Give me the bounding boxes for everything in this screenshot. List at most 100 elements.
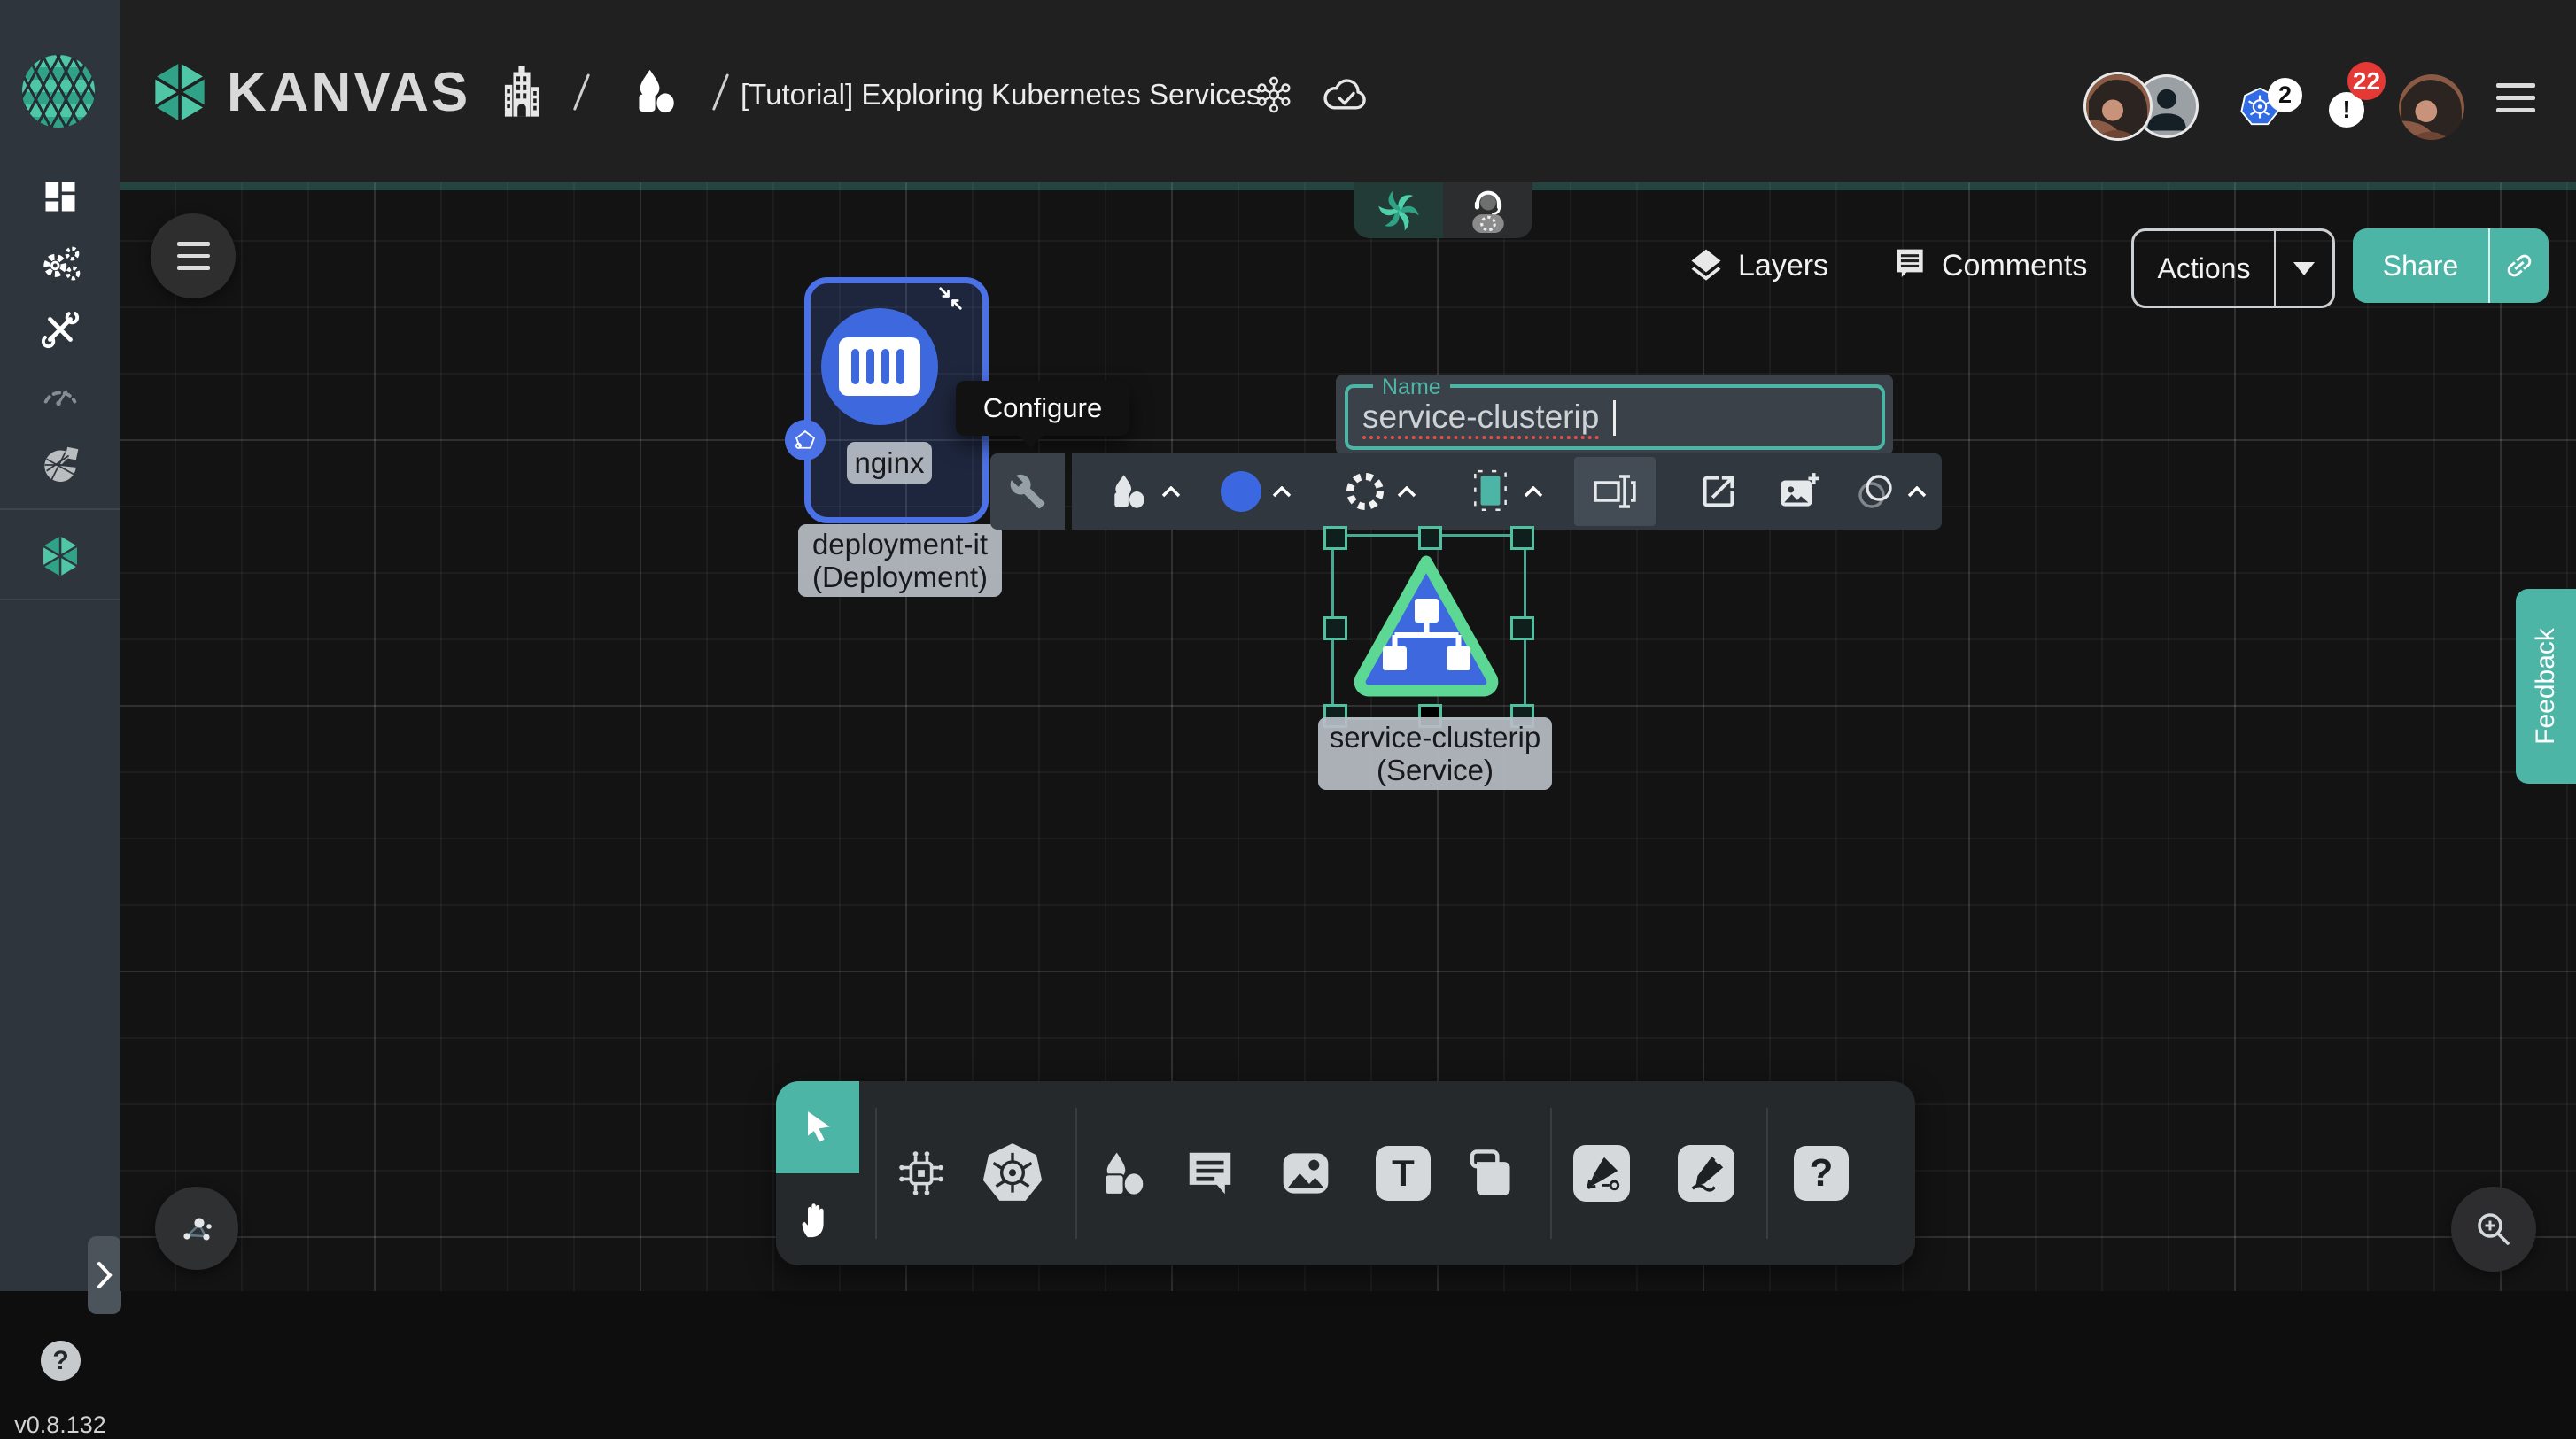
kanvas-wordmark: KANVAS bbox=[227, 61, 470, 124]
layers-button[interactable]: Layers bbox=[1687, 246, 1828, 285]
cursor-icon bbox=[798, 1108, 837, 1147]
actions-dropdown[interactable] bbox=[2276, 262, 2332, 275]
design-shapes-icon[interactable] bbox=[631, 66, 684, 117]
container-icon bbox=[839, 337, 920, 396]
deployment-node-label: deployment-it (Deployment) bbox=[798, 524, 1002, 597]
shapes-tool-button[interactable] bbox=[1088, 1081, 1162, 1265]
hand-icon bbox=[798, 1198, 837, 1241]
minimap-button[interactable] bbox=[155, 1187, 238, 1270]
sidebar-item-extensions[interactable] bbox=[0, 439, 120, 492]
configure-tool-button[interactable] bbox=[990, 453, 1065, 530]
resize-handle[interactable] bbox=[1323, 616, 1347, 640]
configure-tooltip: Configure bbox=[956, 381, 1129, 436]
kubernetes-icon bbox=[980, 1141, 1045, 1206]
resize-handle[interactable] bbox=[1418, 526, 1442, 550]
deployment-shape-badge[interactable] bbox=[785, 420, 826, 460]
resize-handle[interactable] bbox=[1510, 526, 1534, 550]
open-in-new-icon bbox=[1698, 471, 1739, 512]
canvas-menu-button[interactable] bbox=[151, 213, 236, 298]
layers-label: Layers bbox=[1738, 249, 1828, 283]
border-style-button[interactable] bbox=[1334, 453, 1426, 530]
pentagon-icon bbox=[793, 428, 818, 453]
organization-icon[interactable] bbox=[496, 64, 547, 119]
sidebar-item-lifecycle[interactable] bbox=[0, 237, 120, 290]
pan-tool-button[interactable] bbox=[776, 1173, 859, 1265]
user-avatar[interactable] bbox=[2399, 74, 2464, 140]
feedback-label: Feedback bbox=[2531, 628, 2561, 745]
text-tool-button[interactable]: T bbox=[1368, 1081, 1439, 1265]
open-in-new-button[interactable] bbox=[1683, 453, 1754, 530]
layers-icon bbox=[1687, 246, 1726, 285]
context-toolbar bbox=[990, 453, 1942, 530]
deployment-name: deployment-it bbox=[807, 528, 993, 561]
ai-assistant-button[interactable] bbox=[1354, 182, 1443, 238]
kubernetes-tool-button[interactable] bbox=[973, 1081, 1052, 1265]
meshery-logo-cell[interactable] bbox=[0, 0, 120, 182]
tooltip-label: Configure bbox=[983, 392, 1102, 424]
selected-shape-icon bbox=[1469, 468, 1513, 514]
components-tool-button[interactable] bbox=[888, 1081, 955, 1265]
fill-color-button[interactable] bbox=[1212, 453, 1300, 530]
support-agent-button[interactable] bbox=[1443, 182, 1532, 238]
cloud-saved-icon[interactable] bbox=[1322, 73, 1369, 115]
comment-tool-button[interactable] bbox=[1173, 1081, 1247, 1265]
image-tool-button[interactable] bbox=[1269, 1081, 1343, 1265]
collaborator-avatar-1[interactable] bbox=[2086, 74, 2150, 138]
toolbar-divider bbox=[1766, 1108, 1768, 1239]
sidebar-expand-button[interactable] bbox=[88, 1236, 121, 1314]
service-node[interactable] bbox=[1350, 553, 1502, 700]
sidebar-item-dashboard[interactable] bbox=[0, 170, 120, 223]
cluster-nodes-icon[interactable] bbox=[1253, 74, 1294, 115]
image-icon bbox=[1277, 1145, 1334, 1202]
feedback-tab[interactable]: Feedback bbox=[2516, 589, 2576, 784]
kanvas-logo[interactable]: KANVAS bbox=[149, 57, 470, 128]
headset-person-icon bbox=[1466, 189, 1510, 233]
deployment-kind: (Deployment) bbox=[807, 561, 993, 593]
shapes-style-button[interactable] bbox=[1098, 453, 1191, 530]
sketch-pencil-tool-button[interactable] bbox=[1667, 1081, 1745, 1265]
breadcrumb-separator bbox=[712, 73, 729, 111]
comment-icon bbox=[1183, 1146, 1238, 1201]
question-mark-icon: ? bbox=[52, 1346, 68, 1376]
name-field-label: Name bbox=[1373, 375, 1450, 400]
edge-pen-icon bbox=[1573, 1145, 1630, 1202]
dashed-circle-icon bbox=[1344, 470, 1386, 513]
design-canvas[interactable]: Layers Comments Actions Share bbox=[120, 182, 2576, 1291]
resize-handle[interactable] bbox=[1510, 616, 1534, 640]
edge-pen-tool-button[interactable] bbox=[1563, 1081, 1641, 1265]
spiral-icon bbox=[1377, 190, 1420, 232]
name-input[interactable]: Name service-clusterip bbox=[1345, 384, 1885, 450]
add-image-button[interactable] bbox=[1761, 453, 1837, 530]
duplicates-button[interactable] bbox=[1844, 453, 1936, 530]
design-title[interactable]: [Tutorial] Exploring Kubernetes Services bbox=[741, 78, 1261, 112]
sidebar-item-configuration[interactable] bbox=[0, 303, 120, 356]
container-label: nginx bbox=[847, 442, 932, 484]
left-sidebar: ? v0.8.132 bbox=[0, 182, 120, 1291]
sidebar-item-performance[interactable] bbox=[0, 365, 120, 418]
resize-handle[interactable] bbox=[1323, 526, 1347, 550]
shape-swatch-button[interactable] bbox=[1458, 453, 1554, 530]
image-plus-icon bbox=[1777, 469, 1821, 514]
select-tool-button[interactable] bbox=[776, 1081, 859, 1173]
shapes-icon bbox=[1108, 469, 1152, 514]
comments-label: Comments bbox=[1942, 249, 2087, 283]
collapse-arrows-icon bbox=[937, 285, 964, 312]
service-name: service-clusterip bbox=[1327, 721, 1543, 754]
kubernetes-context-badge: 2 bbox=[2268, 78, 2302, 112]
rename-button[interactable] bbox=[1574, 457, 1656, 526]
chevron-up-icon bbox=[1272, 486, 1292, 498]
copy-link-button[interactable] bbox=[2490, 250, 2549, 282]
section-tool-button[interactable] bbox=[1451, 1081, 1525, 1265]
help-button[interactable]: ? bbox=[41, 1341, 81, 1381]
collapse-node-button[interactable] bbox=[937, 285, 964, 312]
section-icon bbox=[1461, 1146, 1516, 1201]
actions-button[interactable]: Actions bbox=[2131, 228, 2335, 308]
stacked-circles-icon bbox=[1854, 470, 1897, 513]
comments-button[interactable]: Comments bbox=[1890, 246, 2087, 285]
sidebar-item-kanvas[interactable] bbox=[0, 530, 120, 583]
header-menu-icon[interactable] bbox=[2496, 83, 2535, 112]
service-kind: (Service) bbox=[1327, 754, 1543, 786]
zoom-in-button[interactable] bbox=[2451, 1187, 2536, 1272]
help-tool-button[interactable]: ? bbox=[1779, 1081, 1864, 1265]
share-button[interactable]: Share bbox=[2353, 228, 2549, 303]
